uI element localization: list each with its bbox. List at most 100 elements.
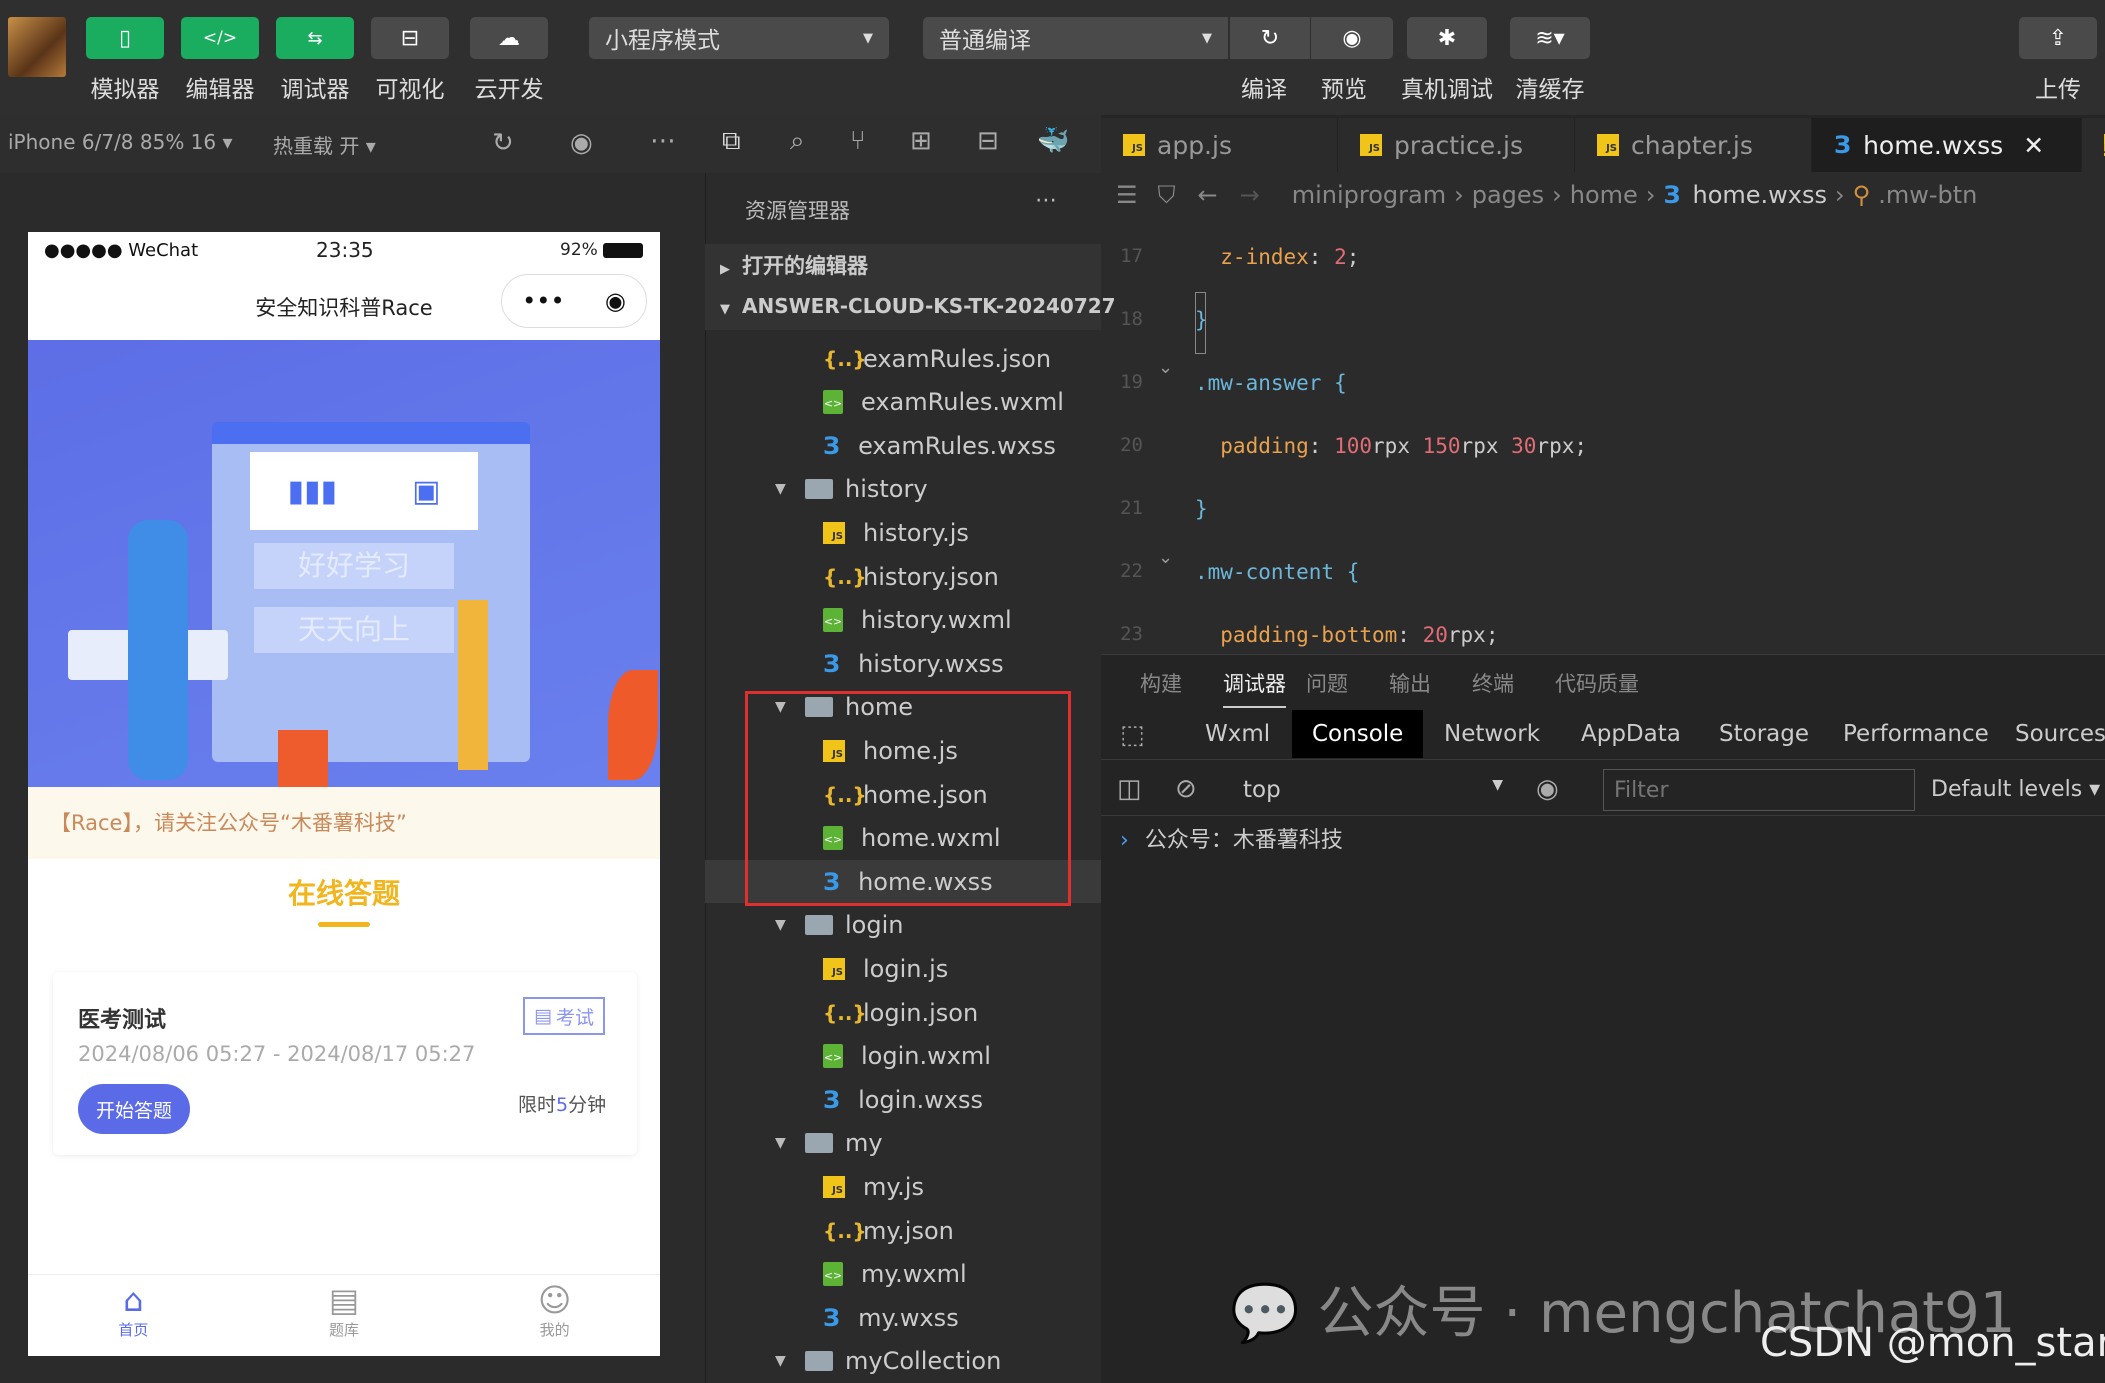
mode-select[interactable]: 小程序模式 ▼ <box>589 17 889 59</box>
project-section[interactable]: ▼ ANSWER-CLOUD-KS-TK-20240727 <box>720 294 1116 318</box>
file-item[interactable]: <> history.wxml <box>705 599 1101 642</box>
eye-icon[interactable]: ◉ <box>1536 774 1559 804</box>
fold-icon[interactable]: ⌄ <box>1158 357 1173 378</box>
breadcrumb-item[interactable]: pages <box>1472 181 1544 209</box>
debugger-button[interactable]: ⇆ <box>276 17 354 59</box>
file-item[interactable]: {..} history.json <box>705 555 1101 598</box>
tab-overflow[interactable]: JS <box>2082 118 2105 172</box>
tab-app-js[interactable]: JS app.js <box>1101 118 1338 172</box>
code-line[interactable]: padding: 100rpx 150rpx 30rpx; <box>1195 434 1587 458</box>
file-item[interactable]: <> examRules.wxml <box>705 381 1101 424</box>
file-item[interactable]: {..} examRules.json <box>705 337 1101 380</box>
context-select[interactable]: top ▼ <box>1243 777 1503 803</box>
code-token: 100 <box>1334 434 1373 458</box>
search-icon[interactable]: ⌕ <box>790 126 805 157</box>
capsule-menu[interactable]: ••• ◉ <box>501 274 647 328</box>
tab-questions[interactable]: ▤ 题库 <box>239 1275 450 1356</box>
open-editors-section[interactable]: ▶ 打开的编辑器 <box>720 250 868 280</box>
tab-home-wxss[interactable]: Зhome.wxss ✕ <box>1812 118 2082 172</box>
folder-item[interactable]: ▼ login <box>705 904 1101 947</box>
devtools-tab[interactable]: Sources <box>1995 710 2105 758</box>
file-item[interactable]: {..} login.json <box>705 991 1101 1034</box>
hot-reload-toggle[interactable]: 热重载 开 ▾ <box>273 130 376 159</box>
levels-select[interactable]: Default levels ▾ <box>1931 777 2100 802</box>
panel-tab[interactable]: 调试器 <box>1223 668 1286 708</box>
panel-tab[interactable]: 终端 <box>1472 668 1514 698</box>
file-item[interactable]: JS history.js <box>705 511 1101 554</box>
list-icon[interactable]: ☰ <box>1116 181 1138 209</box>
git-branch-icon[interactable]: ⑂ <box>850 126 866 156</box>
clear-cache-button[interactable]: ≋▾ <box>1510 17 1590 59</box>
extensions-icon[interactable]: ⊞ <box>910 126 932 156</box>
folder-item[interactable]: ▼ history <box>705 468 1101 511</box>
bookmark-icon[interactable]: ⛉ <box>1158 181 1176 209</box>
file-item[interactable]: JS login.js <box>705 947 1101 990</box>
cloud-button[interactable]: ☁ <box>470 17 548 59</box>
devtools-tab[interactable]: Storage <box>1699 710 1829 758</box>
visual-button[interactable]: ⊟ <box>371 17 449 59</box>
file-item[interactable]: JS my.js <box>705 1165 1101 1208</box>
folder-item[interactable]: ▼ my <box>705 1122 1101 1165</box>
breadcrumb-item[interactable]: .mw-btn <box>1878 181 1977 209</box>
code-line[interactable]: z-index: 2; <box>1195 245 1359 269</box>
more-icon[interactable]: ••• <box>522 287 564 315</box>
avatar[interactable] <box>8 17 66 77</box>
rotate-icon[interactable]: ↻ <box>492 128 514 158</box>
simulator-button[interactable]: ▯ <box>86 17 164 59</box>
docker-icon[interactable]: 🐳 <box>1037 126 1069 156</box>
devtools-tab[interactable]: Wxml <box>1185 710 1290 758</box>
panel-tab[interactable]: 问题 <box>1306 668 1348 698</box>
preview-button[interactable]: ◉ <box>1311 17 1393 59</box>
upload-button[interactable]: ⇪ <box>2019 17 2097 59</box>
back-icon[interactable]: ← <box>1198 181 1218 209</box>
breadcrumb-item[interactable]: miniprogram <box>1292 181 1446 209</box>
devtools-tab[interactable]: AppData <box>1561 710 1701 758</box>
code-line[interactable]: } <box>1195 497 1208 521</box>
forward-icon[interactable]: → <box>1240 181 1260 209</box>
project-name: ANSWER-CLOUD-KS-TK-20240727 <box>742 294 1116 318</box>
more-icon[interactable]: ⋯ <box>650 126 676 156</box>
breadcrumb-item[interactable]: home.wxss <box>1693 181 1828 209</box>
file-item[interactable]: <> my.wxml <box>705 1253 1101 1296</box>
file-item[interactable]: Зmy.wxss <box>705 1296 1101 1339</box>
code-line[interactable]: .mw-content { <box>1195 560 1359 584</box>
panel-icon[interactable]: ⊟ <box>977 126 999 156</box>
file-item[interactable]: {..} my.json <box>705 1209 1101 1252</box>
fold-icon[interactable]: ⌄ <box>1158 547 1173 568</box>
sidebar-toggle-icon[interactable]: ◫ <box>1117 774 1142 804</box>
tab-practice-js[interactable]: JS practice.js <box>1338 118 1575 172</box>
editor-button[interactable]: </> <box>181 17 259 59</box>
code-line[interactable]: padding-bottom: 20rpx; <box>1195 623 1498 647</box>
panel-tab[interactable]: 代码质量 <box>1555 668 1639 698</box>
exam-card[interactable]: 医考测试 ▤ 考试 2024/08/06 05:27 - 2024/08/17 0… <box>53 972 637 1155</box>
file-item[interactable]: ЗexamRules.wxss <box>705 424 1101 467</box>
close-icon[interactable]: ✕ <box>2023 131 2044 160</box>
clear-console-icon[interactable]: ⊘ <box>1175 774 1197 804</box>
more-icon[interactable]: ⋯ <box>1035 188 1057 213</box>
folder-item[interactable]: ▼ myCollection <box>705 1340 1101 1383</box>
start-answer-button[interactable]: 开始答题 <box>78 1084 190 1134</box>
devtools-tab[interactable]: Console <box>1292 710 1424 758</box>
breadcrumb-item[interactable]: home <box>1570 181 1638 209</box>
code-line[interactable]: .mw-answer { <box>1195 371 1347 395</box>
home-icon: ⌂ <box>123 1281 144 1319</box>
remote-debug-button[interactable]: ✱ <box>1407 17 1487 59</box>
device-select[interactable]: iPhone 6/7/8 85% 16 ▾ <box>8 130 233 154</box>
files-icon[interactable]: ⧉ <box>722 126 741 157</box>
devtools-tab[interactable]: Performance <box>1823 710 2009 758</box>
devtools-tab[interactable]: Network <box>1424 710 1560 758</box>
panel-tab[interactable]: 输出 <box>1389 668 1431 698</box>
tab-mine[interactable]: ☺ 我的 <box>449 1275 660 1356</box>
record-icon[interactable]: ◉ <box>570 128 593 158</box>
compile-button[interactable]: ↻ <box>1230 17 1310 59</box>
close-target-icon[interactable]: ◉ <box>605 287 626 315</box>
tab-chapter-js[interactable]: JS chapter.js <box>1575 118 1812 172</box>
inspect-icon[interactable]: ⬚ <box>1120 720 1145 750</box>
file-item[interactable]: Зhistory.wxss <box>705 642 1101 685</box>
compile-select[interactable]: 普通编译 ▼ <box>923 17 1228 59</box>
panel-tab[interactable]: 构建 <box>1140 668 1182 698</box>
filter-input[interactable] <box>1603 769 1915 811</box>
file-item[interactable]: Зlogin.wxss <box>705 1078 1101 1121</box>
tab-home[interactable]: ⌂ 首页 <box>28 1275 239 1356</box>
file-item[interactable]: <> login.wxml <box>705 1035 1101 1078</box>
